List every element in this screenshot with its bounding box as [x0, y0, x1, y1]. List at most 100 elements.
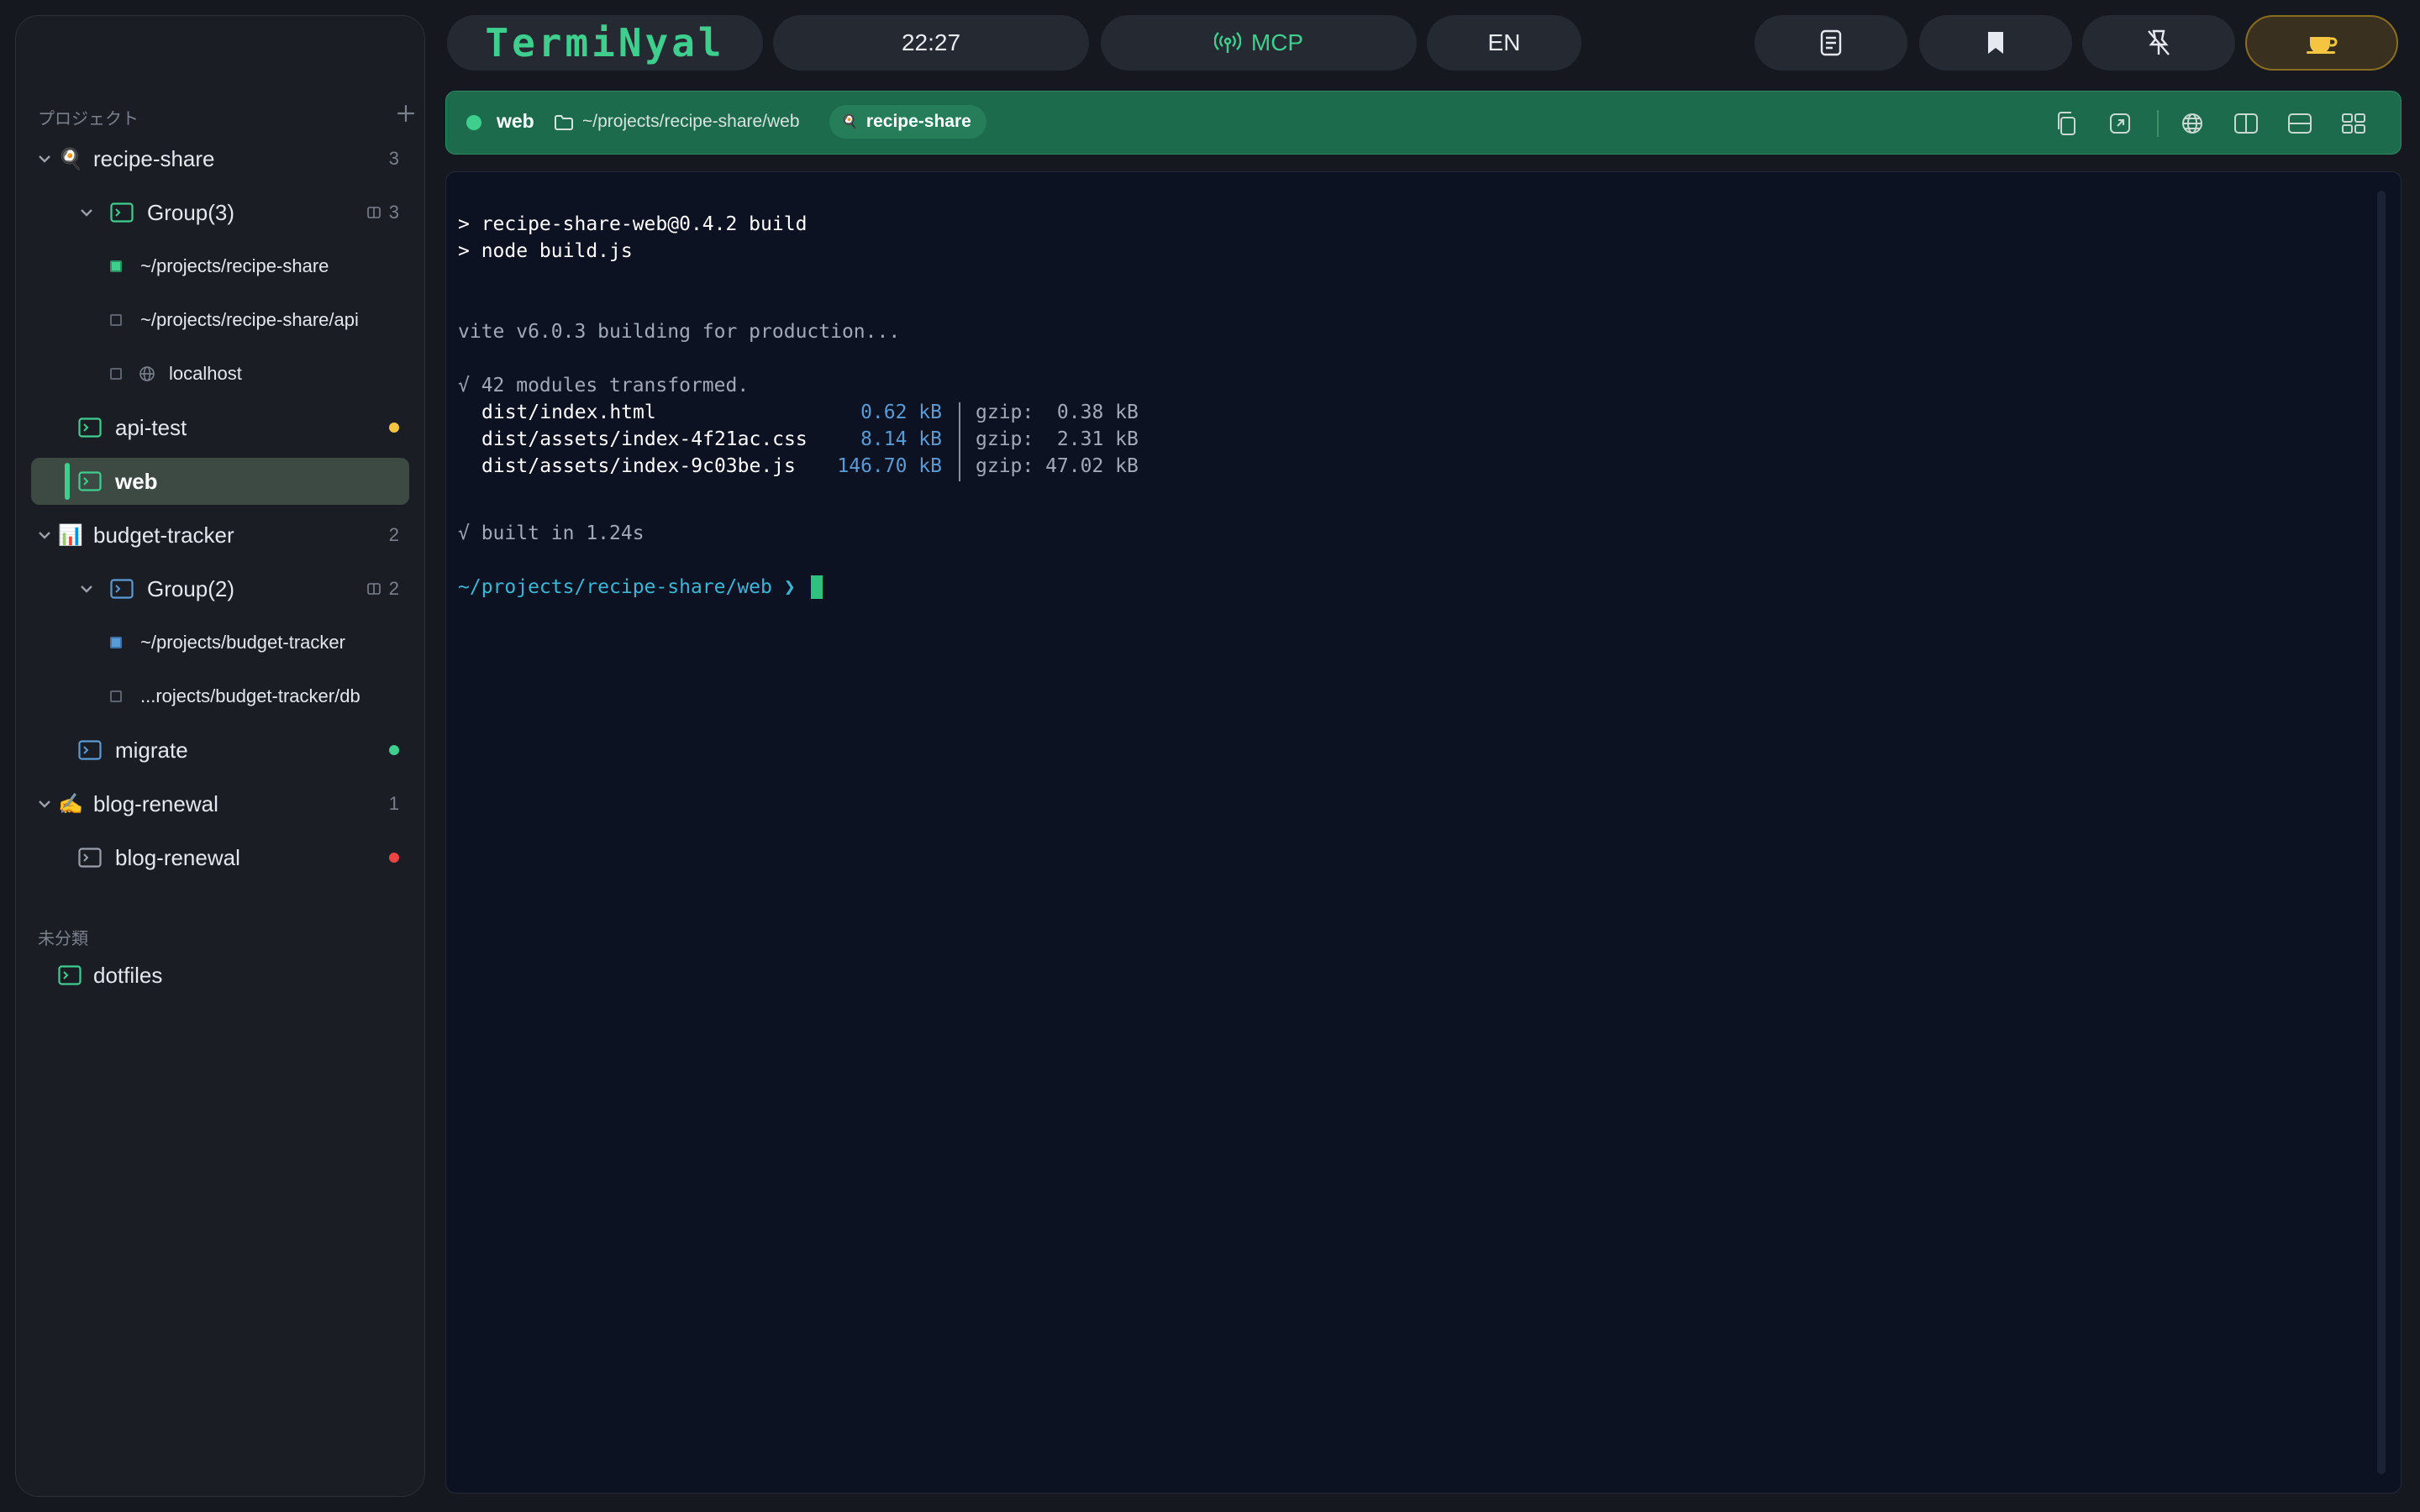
clock-text: 22:27: [901, 29, 961, 55]
copy-icon: [2058, 112, 2075, 135]
split-vertical-icon: [2234, 113, 2258, 134]
broadcast-icon: [1213, 32, 1241, 53]
chevron-down-icon: [39, 155, 50, 163]
split-horizontal-button[interactable]: [2283, 107, 2317, 140]
pane-path: ...rojects/budget-tracker/db: [140, 685, 360, 706]
terminal-pane[interactable]: > recipe-share-web@0.4.2 build > node bu…: [445, 171, 2402, 1494]
pane-path: ~/projects/recipe-share: [140, 255, 329, 276]
globe-icon: [139, 366, 155, 381]
file-name: dist/assets/index-9c03be.js: [481, 455, 796, 477]
pane-item[interactable]: ...rojects/budget-tracker/db: [16, 673, 424, 720]
project-blog-renewal[interactable]: ✍️ blog-renewal 1: [16, 780, 424, 827]
terminal-line: vite v6.0.3 building for production...: [458, 321, 901, 343]
file-gzip: gzip: 2.31 kB: [976, 428, 1139, 450]
add-project-button[interactable]: [396, 103, 419, 127]
session-migrate[interactable]: migrate: [16, 727, 424, 774]
terminal-line: √ 42 modules transformed.: [458, 375, 750, 396]
terminal-line: > node build.js: [458, 240, 633, 262]
session-blog-renewal[interactable]: blog-renewal: [16, 834, 424, 881]
pane-indicator: [110, 314, 122, 326]
pane-path: ~/projects/recipe-share/api: [140, 309, 359, 330]
open-external-button[interactable]: [2103, 107, 2137, 140]
project-badge-emoji: 🍳: [841, 115, 858, 129]
app-name: TermiNyal: [485, 20, 725, 66]
status-dot: [389, 745, 399, 755]
project-name: recipe-share: [93, 145, 215, 171]
terminal-icon: [58, 965, 82, 985]
split-pane-icon: [367, 583, 381, 595]
session-header-bar: web ~/projects/recipe-share/web 🍳 recipe…: [445, 91, 2402, 155]
split-horizontal-icon: [2288, 113, 2312, 134]
pane-active-indicator: [110, 637, 122, 648]
terminal-scrollbar[interactable]: [2377, 191, 2386, 1474]
project-recipe-share[interactable]: 🍳 recipe-share 3: [16, 135, 424, 182]
group-name: Group(2): [147, 575, 235, 601]
session-dotfiles[interactable]: dotfiles: [16, 952, 424, 999]
terminal-line: √ built in 1.24s: [458, 522, 644, 544]
terminal-icon: [78, 417, 102, 438]
bookmark-icon: [1988, 32, 2003, 54]
pane-item[interactable]: localhost: [16, 350, 424, 397]
pane-item[interactable]: ~/projects/recipe-share: [16, 243, 424, 290]
project-count: 2: [388, 524, 399, 545]
project-badge[interactable]: 🍳 recipe-share: [829, 105, 986, 139]
language-button[interactable]: EN: [1427, 15, 1581, 71]
session-name: web: [115, 468, 158, 494]
pane-item[interactable]: ~/projects/recipe-share/api: [16, 297, 424, 344]
prompt-path: ~/projects/recipe-share/web: [458, 576, 772, 598]
session-name: blog-renewal: [115, 844, 240, 870]
sidebar: プロジェクト 🍳 recipe-share 3 Group(3) 3 ~/pro…: [15, 15, 425, 1497]
file-name: dist/index.html: [481, 402, 656, 423]
group-name: Group(3): [147, 199, 235, 225]
session-title: web: [497, 110, 534, 132]
pane-indicator: [110, 368, 122, 380]
project-name: blog-renewal: [93, 790, 218, 816]
coffee-button[interactable]: [2245, 15, 2398, 71]
clock-display: 22:27: [773, 15, 1089, 71]
project-emoji: 🍳: [58, 147, 83, 171]
grid-icon: [2342, 113, 2365, 134]
group-budget-tracker[interactable]: Group(2) 2: [16, 565, 424, 612]
prompt-line: ~/projects/recipe-share/web ❯: [458, 574, 823, 601]
external-link-icon: [2110, 113, 2130, 134]
session-name: api-test: [115, 414, 187, 440]
mcp-button[interactable]: MCP: [1101, 15, 1417, 71]
project-budget-tracker[interactable]: 📊 budget-tracker 2: [16, 512, 424, 559]
file-gzip: gzip: 0.38 kB: [976, 402, 1139, 423]
pane-item[interactable]: ~/projects/budget-tracker: [16, 619, 424, 666]
session-api-test[interactable]: api-test: [16, 404, 424, 451]
session-status-dot: [466, 115, 481, 130]
group-recipe-share[interactable]: Group(3) 3: [16, 189, 424, 236]
divider: [2157, 110, 2159, 137]
globe-icon: [2182, 113, 2202, 134]
column-separator: [959, 402, 960, 481]
pin-toggle-button[interactable]: [2082, 15, 2235, 71]
bookmarks-button[interactable]: [1919, 15, 2072, 71]
browser-pane-button[interactable]: [2175, 107, 2209, 140]
split-vertical-button[interactable]: [2229, 107, 2263, 140]
group-count: 3: [388, 202, 399, 223]
status-dot: [389, 853, 399, 863]
project-count: 1: [388, 793, 399, 814]
grid-layout-button[interactable]: [2337, 107, 2370, 140]
document-icon: [1820, 29, 1842, 56]
folder-icon: [555, 115, 573, 130]
notes-button[interactable]: [1754, 15, 1907, 71]
project-emoji: 📊: [58, 523, 83, 547]
file-size: 146.70 kB: [837, 455, 942, 477]
chevron-down-icon: [81, 585, 92, 593]
copy-button[interactable]: [2049, 107, 2083, 140]
pane-active-indicator: [110, 260, 122, 272]
mcp-label: MCP: [1250, 29, 1304, 55]
status-dot: [389, 423, 399, 433]
session-name: dotfiles: [93, 962, 163, 988]
terminal-icon: [110, 579, 134, 599]
terminal-cursor: [810, 575, 823, 599]
session-web-selected[interactable]: web: [31, 458, 409, 505]
session-path: ~/projects/recipe-share/web: [582, 112, 800, 131]
split-pane-icon: [367, 207, 381, 218]
app-logo: TermiNyal: [447, 15, 763, 71]
terminal-icon: [78, 740, 102, 760]
projects-heading: プロジェクト: [38, 110, 139, 129]
terminal-icon: [110, 202, 134, 223]
